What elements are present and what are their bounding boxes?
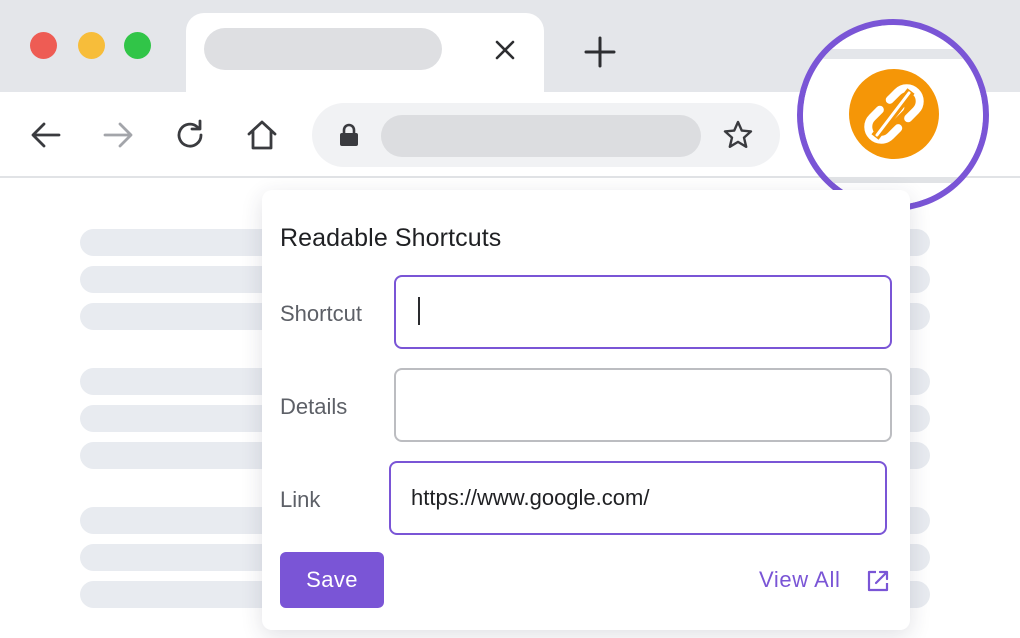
window-close-button[interactable] [30,32,57,59]
link-label: Link [280,487,321,512]
broken-link-icon [864,84,924,144]
home-icon[interactable] [245,118,279,152]
extension-button[interactable] [849,69,939,159]
details-input[interactable] [394,368,892,442]
link-input[interactable] [389,461,887,535]
shortcut-label: Shortcut [280,301,362,326]
reload-icon[interactable] [173,118,207,152]
save-button[interactable]: Save [280,552,384,608]
address-bar[interactable] [312,103,780,167]
extension-highlight-ring [797,19,989,211]
text-caret [418,297,420,325]
arrow-left-icon[interactable] [29,118,63,152]
view-all-link[interactable]: View All [759,567,840,593]
shortcut-input[interactable] [394,275,892,349]
close-icon[interactable] [492,37,518,63]
details-label: Details [280,394,348,419]
extension-popup: Readable Shortcuts Shortcut Details Link… [262,190,910,630]
external-link-icon[interactable] [867,570,889,592]
window-maximize-button[interactable] [124,32,151,59]
plus-icon[interactable] [584,36,616,68]
window-minimize-button[interactable] [78,32,105,59]
star-icon[interactable] [722,119,754,151]
browser-tab[interactable] [186,13,544,92]
toolbar-edge [803,177,983,183]
arrow-right-icon[interactable] [101,118,135,152]
url-placeholder [381,115,701,157]
lock-icon [340,123,358,146]
tab-title-placeholder [204,28,442,70]
tab-strip-edge [803,49,983,59]
popup-title: Readable Shortcuts [280,224,502,252]
